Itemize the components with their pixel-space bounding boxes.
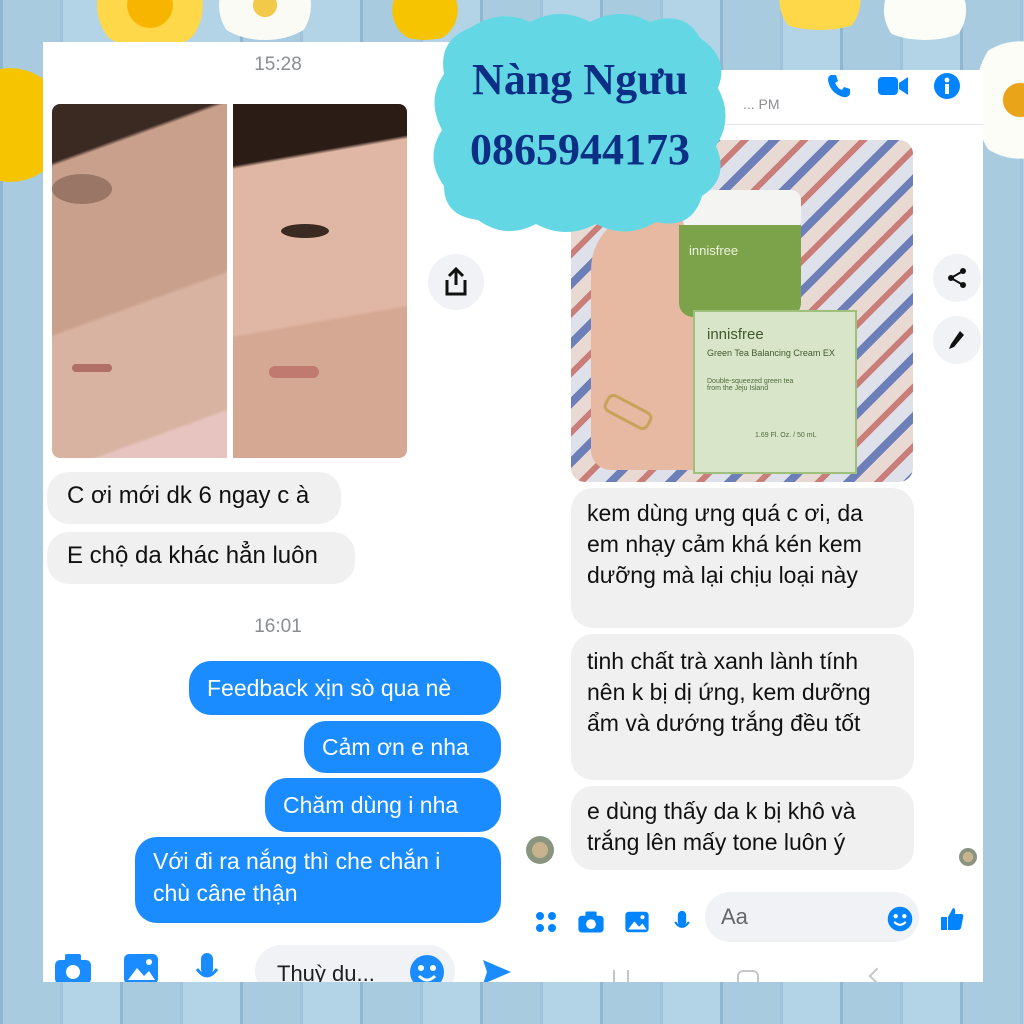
white-flower-decoration <box>870 0 980 40</box>
outgoing-message: Chăm dùng i nha <box>265 778 501 832</box>
send-button[interactable] <box>480 952 513 982</box>
incoming-message: E chộ da khác hẳn luôn <box>47 532 355 584</box>
gallery-button[interactable] <box>619 904 655 940</box>
nav-home[interactable] <box>737 970 759 982</box>
microphone-button[interactable] <box>187 947 227 982</box>
outgoing-message: Feedback xịn sò qua nè <box>189 661 501 715</box>
emoji-button[interactable] <box>885 904 915 934</box>
read-receipt-avatar <box>959 848 977 866</box>
avatar <box>526 836 554 864</box>
input-value: Thuỳ dụ... <box>277 961 375 982</box>
emoji-icon <box>410 955 444 982</box>
camera-button[interactable] <box>51 947 95 982</box>
box-volume: 1.69 Fl. Oz. / 50 mL <box>755 432 817 439</box>
video-call-button[interactable] <box>871 70 915 106</box>
watermark-name: Nàng Ngưu <box>472 55 688 104</box>
product-box: innisfree Green Tea Balancing Cream EX D… <box>693 310 857 474</box>
jar-brand: innisfree <box>689 243 739 258</box>
jar: innisfree <box>679 225 801 317</box>
call-button[interactable] <box>819 70 859 106</box>
microphone-icon <box>674 910 690 928</box>
nav-back[interactable] <box>868 967 886 982</box>
edit-icon <box>949 331 964 349</box>
gallery-icon <box>124 954 158 982</box>
video-icon <box>878 77 908 95</box>
share-button[interactable] <box>428 254 484 310</box>
camera-icon <box>578 911 604 933</box>
camera-icon <box>55 954 91 982</box>
microphone-icon <box>195 953 219 978</box>
watermark-phone: 0865944173 <box>470 125 690 174</box>
timestamp: 16:01 <box>254 616 302 637</box>
after-photo <box>233 104 407 458</box>
box-tagline: Double-squeezed green tea from the Jeju … <box>707 378 794 392</box>
info-button[interactable] <box>927 70 967 106</box>
outgoing-message: Với đi ra nắng thì che chắn i chù câne t… <box>135 837 501 923</box>
white-flower-decoration <box>210 0 320 40</box>
badge-shape <box>433 14 726 232</box>
incoming-message: tinh chất trà xanh lành tính nên k bị dị… <box>571 634 914 780</box>
share-icon <box>445 267 467 296</box>
like-icon <box>941 908 964 930</box>
before-photo <box>52 104 227 458</box>
send-icon <box>483 960 511 982</box>
input-placeholder: Aa <box>721 904 748 929</box>
incoming-message: e dùng thấy da k bị khô và trắng lên mấy… <box>571 786 914 870</box>
edit-button[interactable] <box>933 316 981 364</box>
box-product-name: Green Tea Balancing Cream EX <box>707 348 835 358</box>
box-brand: innisfree <box>707 326 764 343</box>
like-button[interactable] <box>935 902 969 936</box>
outgoing-message: Cảm ơn e nha <box>304 721 501 773</box>
share-icon <box>948 268 966 288</box>
apps-button[interactable] <box>531 904 561 940</box>
phone-icon <box>828 75 850 98</box>
info-icon <box>934 73 960 99</box>
incoming-message: C ơi mới dk 6 ngay c à <box>47 472 341 524</box>
nav-recents[interactable] <box>613 970 629 982</box>
gallery-icon <box>625 911 649 933</box>
emoji-button[interactable] <box>407 952 447 982</box>
yellow-flower-decoration <box>760 0 880 30</box>
header-partial-text: ... PM <box>743 96 780 112</box>
microphone-button[interactable] <box>667 904 697 940</box>
apps-icon <box>536 912 556 932</box>
incoming-message: kem dùng ưng quá c ơi, da em nhạy cảm kh… <box>571 488 914 628</box>
share-button[interactable] <box>933 254 981 302</box>
gallery-button[interactable] <box>119 947 163 982</box>
camera-button[interactable] <box>573 904 609 940</box>
emoji-icon <box>887 906 913 932</box>
watermark-badge: Nàng Ngưu 0865944173 <box>430 8 730 238</box>
